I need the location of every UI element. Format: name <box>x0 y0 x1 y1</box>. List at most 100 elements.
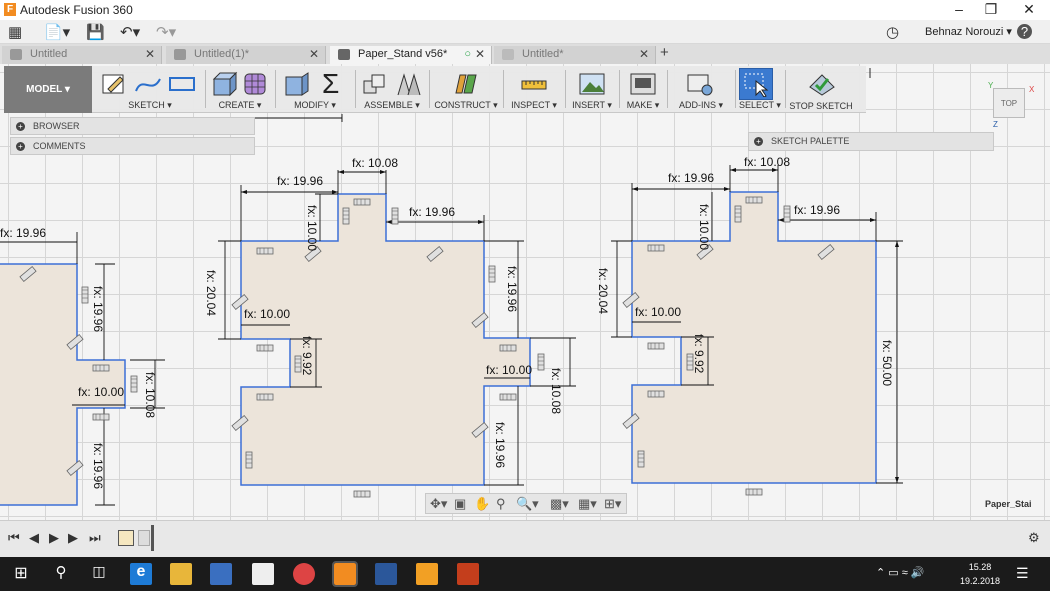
stop-sketch-button[interactable]: STOP SKETCH <box>786 101 856 111</box>
orbit-icon[interactable]: ✥▾ <box>430 496 447 512</box>
go-to-end-icon[interactable]: ⏭ <box>89 530 101 546</box>
line-tool-icon[interactable] <box>134 71 162 97</box>
search-icon[interactable]: ⚲ <box>50 563 72 585</box>
dim-mid-0[interactable]: fx: 10.08 <box>352 156 398 170</box>
insert-image-icon[interactable] <box>578 71 606 97</box>
dim-mid-3[interactable]: fx: 19.96 <box>409 205 455 219</box>
dim-right-5[interactable]: fx: 10.00 <box>635 305 681 319</box>
sketch-feature-icon[interactable] <box>118 530 134 546</box>
modify-menu[interactable]: MODIFY ▾ <box>276 100 354 111</box>
browser-panel[interactable]: + BROWSER <box>10 117 255 135</box>
close-tab-icon[interactable]: ✕ <box>145 46 155 63</box>
previous-step-icon[interactable]: ◀ <box>29 530 39 546</box>
close-tab-icon[interactable]: ✕ <box>309 46 319 63</box>
create-sketch-icon[interactable] <box>100 71 128 97</box>
close-button[interactable]: ✕ <box>1014 1 1044 18</box>
sketch-menu[interactable]: SKETCH ▾ <box>96 100 204 111</box>
workspace-switcher[interactable]: MODEL ▾ <box>4 66 92 113</box>
stop-sketch-group[interactable]: STOP SKETCH <box>786 66 856 113</box>
tab-untitled[interactable]: Untitled ✕ <box>2 46 162 64</box>
inspect-group[interactable]: INSPECT ▾ <box>504 66 564 113</box>
modify-group[interactable]: Σ MODIFY ▾ <box>276 66 354 113</box>
dim-left-3[interactable]: fx: 10.08 <box>143 372 157 418</box>
file-menu-icon[interactable]: 📄▾ <box>44 23 70 41</box>
display-settings-icon[interactable]: ▩▾ <box>550 496 569 512</box>
extrude-icon[interactable] <box>210 71 238 97</box>
new-component-icon[interactable] <box>360 71 388 97</box>
task-view-icon[interactable]: ◫ <box>88 563 110 585</box>
dim-mid-2[interactable]: fx: 10.00 <box>305 205 319 251</box>
play-icon[interactable]: ▶ <box>49 530 59 546</box>
rectangle-tool-icon[interactable] <box>168 71 196 97</box>
dim-left-4[interactable]: fx: 19.96 <box>91 443 105 489</box>
construct-group[interactable]: CONSTRUCT ▾ <box>430 66 502 113</box>
grid-settings-icon[interactable]: ▦▾ <box>578 496 597 512</box>
construct-menu[interactable]: CONSTRUCT ▾ <box>430 100 502 111</box>
new-tab-icon[interactable]: + <box>660 44 669 61</box>
close-tab-icon[interactable]: ✕ <box>475 46 485 63</box>
fusion360-taskbar-icon[interactable] <box>332 561 358 587</box>
comments-panel[interactable]: + COMMENTS <box>10 137 255 155</box>
zoom-icon[interactable]: ⚲ <box>496 496 506 512</box>
word-icon[interactable] <box>375 563 397 585</box>
expand-icon[interactable]: + <box>16 142 25 151</box>
feature-icon[interactable] <box>138 530 150 546</box>
timeline-marker[interactable] <box>151 525 154 551</box>
offset-plane-icon[interactable] <box>452 71 480 97</box>
sublime-icon[interactable] <box>416 563 438 585</box>
expand-icon[interactable]: + <box>754 137 763 146</box>
insert-menu[interactable]: INSERT ▾ <box>566 100 618 111</box>
file-explorer-icon[interactable] <box>170 563 192 585</box>
sketch-palette-panel[interactable]: + SKETCH PALETTE <box>748 132 994 151</box>
dim-mid-1[interactable]: fx: 19.96 <box>277 174 323 188</box>
dim-right-6[interactable]: fx: 9.92 <box>692 334 706 374</box>
select-group[interactable]: SELECT ▾ <box>736 66 784 113</box>
edge-icon[interactable]: e <box>130 563 152 585</box>
restore-button[interactable]: ❐ <box>976 1 1006 18</box>
tray-icons[interactable]: ⌃ ▭ ≈ 🔊 <box>876 566 925 579</box>
timeline-settings-icon[interactable]: ⚙ <box>1028 530 1040 546</box>
close-tab-icon[interactable]: ✕ <box>639 46 649 63</box>
user-account-menu[interactable]: Behnaz Norouzi ▾ <box>925 25 1012 38</box>
3d-print-icon[interactable] <box>629 71 657 97</box>
store-icon[interactable] <box>210 563 232 585</box>
dim-mid-8[interactable]: fx: 10.00 <box>486 363 532 377</box>
notification-icon[interactable]: ☰ <box>1016 565 1029 582</box>
dim-mid-7[interactable]: fx: 9.92 <box>300 336 314 376</box>
data-panel-icon[interactable]: ▦ <box>8 23 22 41</box>
tab-paper-stand[interactable]: Paper_Stand v56* ○ ✕ <box>330 46 492 64</box>
profile-right[interactable] <box>631 191 877 484</box>
dim-mid-4[interactable]: fx: 20.04 <box>204 270 218 316</box>
dim-mid-5[interactable]: fx: 19.96 <box>505 266 519 312</box>
measure-icon[interactable] <box>520 71 548 97</box>
scripts-icon[interactable] <box>686 71 714 97</box>
chrome-icon[interactable] <box>293 563 315 585</box>
dim-mid-9[interactable]: fx: 10.08 <box>549 368 563 414</box>
tab-untitled-1[interactable]: Untitled(1)* ✕ <box>166 46 326 64</box>
view-cube[interactable]: TOP <box>993 88 1025 118</box>
viewports-icon[interactable]: ⊞▾ <box>604 496 621 512</box>
dim-mid-6[interactable]: fx: 10.00 <box>244 307 290 321</box>
job-status-icon[interactable]: ◷ <box>886 23 899 41</box>
undo-icon[interactable]: ↶▾ <box>120 23 140 41</box>
insert-group[interactable]: INSERT ▾ <box>566 66 618 113</box>
make-menu[interactable]: MAKE ▾ <box>620 100 666 111</box>
redo-icon[interactable]: ↷▾ <box>156 23 176 41</box>
minimize-button[interactable]: – <box>944 1 974 17</box>
clock-time[interactable]: 15.28 <box>950 562 1010 572</box>
start-icon[interactable]: ⊞ <box>10 563 32 585</box>
create-menu[interactable]: CREATE ▾ <box>206 100 274 111</box>
powerpoint-icon[interactable] <box>457 563 479 585</box>
assemble-group[interactable]: ASSEMBLE ▾ <box>356 66 428 113</box>
tab-untitled-2[interactable]: Untitled* ✕ <box>494 46 656 64</box>
sigma-icon[interactable]: Σ <box>322 68 339 100</box>
dim-left-2[interactable]: fx: 10.00 <box>78 385 124 399</box>
form-icon[interactable] <box>242 71 270 97</box>
profile-middle[interactable] <box>240 193 531 486</box>
fit-icon[interactable]: 🔍▾ <box>516 496 539 512</box>
clock-date[interactable]: 19.2.2018 <box>950 576 1010 586</box>
save-icon[interactable]: 💾 <box>86 23 105 41</box>
dim-left-1[interactable]: fx: 19.96 <box>91 286 105 332</box>
help-icon[interactable]: ? <box>1017 24 1032 39</box>
assemble-menu[interactable]: ASSEMBLE ▾ <box>356 100 428 111</box>
